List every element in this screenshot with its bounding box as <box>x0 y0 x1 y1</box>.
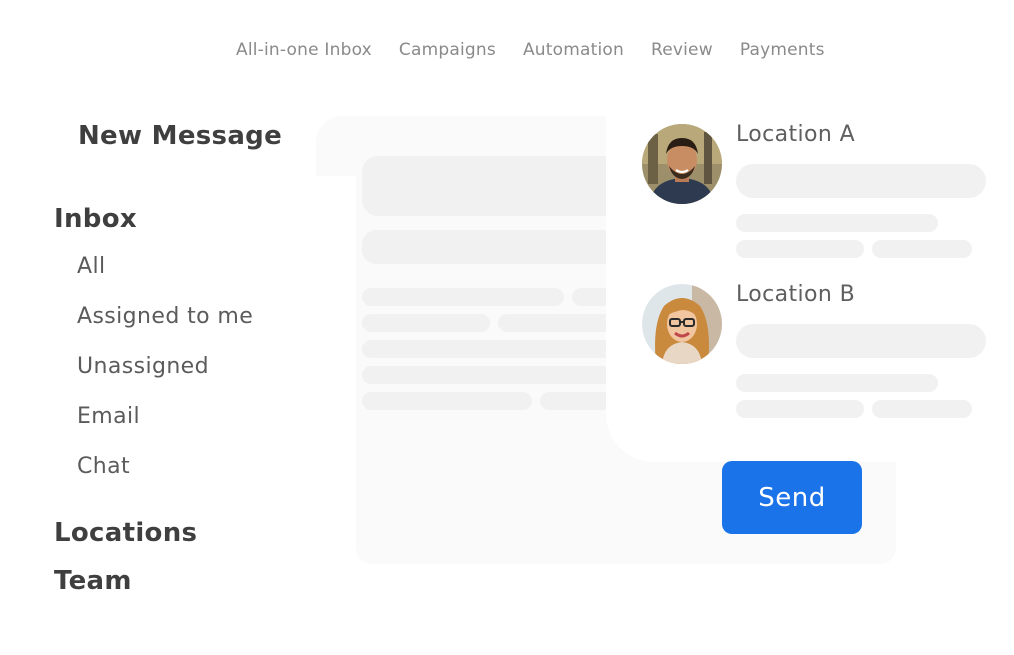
location-b-name[interactable]: Location B <box>736 282 855 307</box>
new-message-button[interactable]: New Message <box>78 121 282 151</box>
location-a-skeleton-line <box>736 214 938 232</box>
team-heading[interactable]: Team <box>54 566 132 596</box>
location-a-skeleton-line <box>736 240 864 258</box>
send-button[interactable]: Send <box>722 461 862 534</box>
nav-automation[interactable]: Automation <box>523 40 624 60</box>
locations-heading[interactable]: Locations <box>54 518 197 548</box>
man-avatar-icon <box>642 124 722 204</box>
top-nav: All-in-one Inbox Campaigns Automation Re… <box>236 40 825 60</box>
location-a-skeleton-line <box>872 240 972 258</box>
location-a-avatar <box>642 124 722 204</box>
nav-all-in-one-inbox[interactable]: All-in-one Inbox <box>236 40 372 60</box>
sidebar-item-chat[interactable]: Chat <box>77 454 130 479</box>
location-a-skeleton-field <box>736 164 986 198</box>
sidebar-item-all[interactable]: All <box>77 254 105 279</box>
woman-avatar-icon <box>642 284 722 364</box>
location-a-name[interactable]: Location A <box>736 122 855 147</box>
sidebar-item-unassigned[interactable]: Unassigned <box>77 354 209 379</box>
location-b-avatar <box>642 284 722 364</box>
skeleton-line <box>362 392 532 410</box>
location-b-skeleton-line <box>736 400 864 418</box>
sidebar-item-assigned-to-me[interactable]: Assigned to me <box>77 304 253 329</box>
nav-payments[interactable]: Payments <box>740 40 825 60</box>
nav-review[interactable]: Review <box>651 40 713 60</box>
location-b-skeleton-field <box>736 324 986 358</box>
skeleton-line <box>362 314 490 332</box>
location-b-skeleton-line <box>736 374 938 392</box>
skeleton-line <box>362 288 564 306</box>
nav-campaigns[interactable]: Campaigns <box>399 40 496 60</box>
sidebar-item-email[interactable]: Email <box>77 404 140 429</box>
location-b-skeleton-line <box>872 400 972 418</box>
inbox-heading[interactable]: Inbox <box>54 204 137 234</box>
